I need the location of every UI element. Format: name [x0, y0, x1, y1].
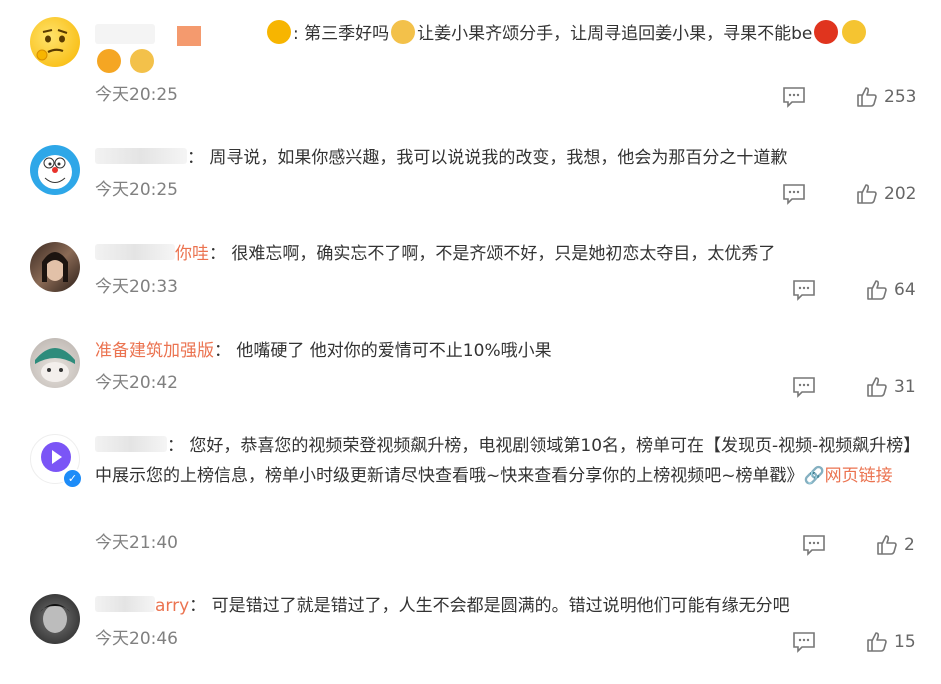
- comment-time: 今天20:33: [95, 277, 178, 297]
- comment-body: 让姜小果齐颂分手，让周寻追回姜小果，寻果不能be: [417, 24, 813, 44]
- reply-button[interactable]: [782, 84, 806, 110]
- comment-text: 你哇： 很难忘啊，确实忘不了啊，不是齐颂不好，只是她初恋太夺目，太优秀了: [95, 239, 927, 269]
- rage-face-icon: [814, 20, 839, 44]
- username-redacted: [95, 436, 167, 452]
- like-count: 15: [894, 632, 916, 652]
- like-count: 64: [894, 280, 916, 300]
- avatar[interactable]: [30, 17, 80, 67]
- like-count: 253: [884, 87, 917, 107]
- comment-time: 今天20:25: [95, 180, 178, 200]
- avatar[interactable]: [30, 242, 80, 292]
- comment-body: 您好，恭喜您的视频荣登视频飙升榜，电视剧领域第10名，榜单可在【发现页-视频-视…: [95, 436, 921, 486]
- like-button[interactable]: 253: [856, 84, 916, 110]
- comment-text: : 第三季好吗 让姜小果齐颂分手，让周寻追回姜小果，寻果不能be: [95, 19, 927, 49]
- username-redacted: [95, 244, 175, 260]
- thumbs-up-icon: [867, 632, 887, 652]
- like-count: 202: [884, 184, 917, 204]
- comment-icon: [793, 280, 815, 301]
- comment-text: ： 周寻说，如果你感兴趣，我可以说说我的改变，我想，他会为那百分之十道歉: [95, 143, 927, 173]
- reply-button[interactable]: [792, 374, 816, 400]
- thumbs-up-icon: [857, 87, 877, 107]
- reply-button[interactable]: [792, 629, 816, 655]
- comment-icon: [793, 632, 815, 653]
- comment-body: 周寻说，如果你感兴趣，我可以说说我的改变，我想，他会为那百分之十道歉: [209, 148, 788, 168]
- comment-body: 很难忘啊，确实忘不了啊，不是齐颂不好，只是她初恋太夺目，太优秀了: [231, 244, 776, 264]
- thumbs-up-icon: [867, 280, 887, 300]
- like-button[interactable]: 202: [856, 181, 916, 207]
- comment-time: 今天21:40: [95, 533, 178, 553]
- comment-body: 可是错过了就是错过了，人生不会都是圆满的。错过说明他们可能有缘无分吧: [211, 596, 790, 616]
- comment-icon: [803, 535, 825, 556]
- username[interactable]: arry: [155, 596, 189, 616]
- thumbs-up-icon: [857, 184, 877, 204]
- comment-icon: [793, 377, 815, 398]
- username[interactable]: 你哇: [175, 244, 209, 264]
- reply-button[interactable]: [802, 532, 826, 558]
- link-icon: 🔗: [803, 466, 825, 486]
- comment-body: 第三季好吗: [304, 24, 390, 44]
- cartoon-avatar-icon: [35, 348, 75, 382]
- doraemon-icon: [38, 155, 72, 189]
- web-link[interactable]: 🔗网页链接: [804, 466, 893, 486]
- thinking-face-icon: [36, 29, 68, 61]
- like-count: 2: [904, 535, 915, 555]
- crying-face-icon: [842, 20, 867, 44]
- avatar[interactable]: [30, 145, 80, 195]
- comment-body: 他嘴硬了 他对你的爱情可不止10%哦小果: [236, 341, 552, 361]
- comment-text: arry： 可是错过了就是错过了，人生不会都是圆满的。错过说明他们可能有缘无分吧: [95, 591, 927, 621]
- comment-time: 今天20:42: [95, 373, 178, 393]
- comment-icon: [783, 87, 805, 108]
- avatar[interactable]: [30, 594, 80, 644]
- username-redacted: [95, 24, 155, 44]
- username-redacted: [95, 148, 187, 164]
- comment-time: 今天20:25: [95, 85, 178, 105]
- username-redacted: [95, 596, 155, 612]
- avatar[interactable]: [30, 338, 80, 388]
- reply-button[interactable]: [792, 277, 816, 303]
- reply-button[interactable]: [782, 181, 806, 207]
- like-count: 31: [894, 377, 916, 397]
- emoji-row: [95, 49, 156, 73]
- thumbs-up-icon: [867, 377, 887, 397]
- verified-badge-icon: ✓: [62, 468, 83, 489]
- angry-face-icon: [391, 20, 416, 44]
- shocked-face-icon: [267, 20, 291, 44]
- comment-text: 准备建筑加强版： 他嘴硬了 他对你的爱情可不止10%哦小果: [95, 341, 552, 361]
- thumbs-up-icon: [877, 535, 897, 555]
- comment-icon: [783, 184, 805, 205]
- profile-photo-icon: [40, 604, 70, 633]
- comment-text: ： 您好，恭喜您的视频荣登视频飙升榜，电视剧领域第10名，榜单可在【发现页-视频…: [95, 436, 921, 486]
- comment-time: 今天20:46: [95, 629, 178, 649]
- username[interactable]: 准备建筑加强版: [95, 341, 214, 361]
- like-button[interactable]: 31: [866, 374, 916, 400]
- like-button[interactable]: 15: [866, 629, 916, 655]
- web-link-label: 网页链接: [824, 466, 893, 486]
- username-redacted: [177, 26, 201, 46]
- like-button[interactable]: 64: [866, 277, 916, 303]
- like-button[interactable]: 2: [876, 532, 915, 558]
- angry-face-icon: [130, 49, 155, 73]
- profile-photo-icon: [42, 252, 68, 282]
- screaming-face-icon: [97, 49, 121, 73]
